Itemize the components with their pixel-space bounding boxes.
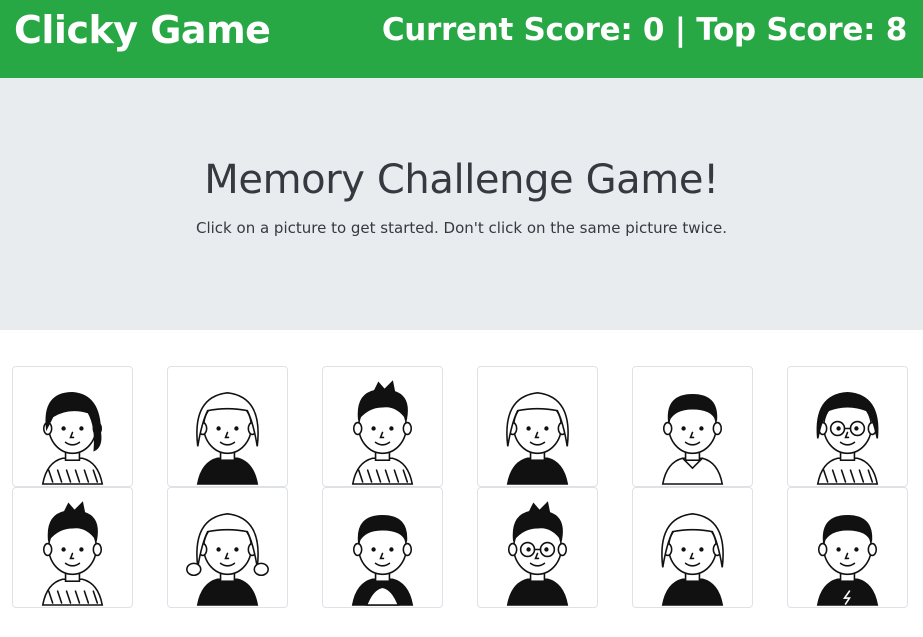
jumbotron: Memory Challenge Game! Click on a pictur…	[0, 78, 923, 330]
card-grid	[0, 366, 923, 610]
girl-wavy-hair-avatar	[196, 391, 259, 485]
girl-side-hair-avatar	[41, 391, 104, 485]
picture-card-3[interactable]	[322, 366, 443, 487]
girl-bangs-avatar	[661, 512, 724, 606]
page-title: Memory Challenge Game!	[204, 157, 719, 203]
picture-card-4[interactable]	[477, 366, 598, 487]
picture-card-1[interactable]	[12, 366, 133, 487]
picture-card-8[interactable]	[167, 487, 288, 608]
girl-pigtails-avatar	[186, 512, 269, 606]
navbar: Clicky Game Current Score: 0 | Top Score…	[0, 0, 923, 78]
girl-glasses-avatar	[816, 391, 879, 485]
picture-card-2[interactable]	[167, 366, 288, 487]
boy-plaid-shirt-avatar	[41, 501, 104, 606]
boy-collar-shirt-avatar	[661, 393, 724, 485]
picture-card-11[interactable]	[632, 487, 753, 608]
picture-card-10[interactable]	[477, 487, 598, 608]
boy-glasses-avatar	[506, 501, 569, 606]
girl-curly-hair-avatar	[506, 391, 569, 485]
picture-card-7[interactable]	[12, 487, 133, 608]
score-display: Current Score: 0 | Top Score: 8	[381, 12, 907, 48]
picture-card-9[interactable]	[322, 487, 443, 608]
brand-title[interactable]: Clicky Game	[14, 6, 271, 54]
boy-bolt-shirt-avatar	[816, 514, 879, 606]
boy-spiky-hair-avatar	[351, 380, 414, 485]
boy-short-hair-avatar	[351, 514, 414, 606]
picture-card-5[interactable]	[632, 366, 753, 487]
instructions-text: Click on a picture to get started. Don't…	[196, 219, 727, 237]
picture-card-6[interactable]	[787, 366, 908, 487]
picture-card-12[interactable]	[787, 487, 908, 608]
